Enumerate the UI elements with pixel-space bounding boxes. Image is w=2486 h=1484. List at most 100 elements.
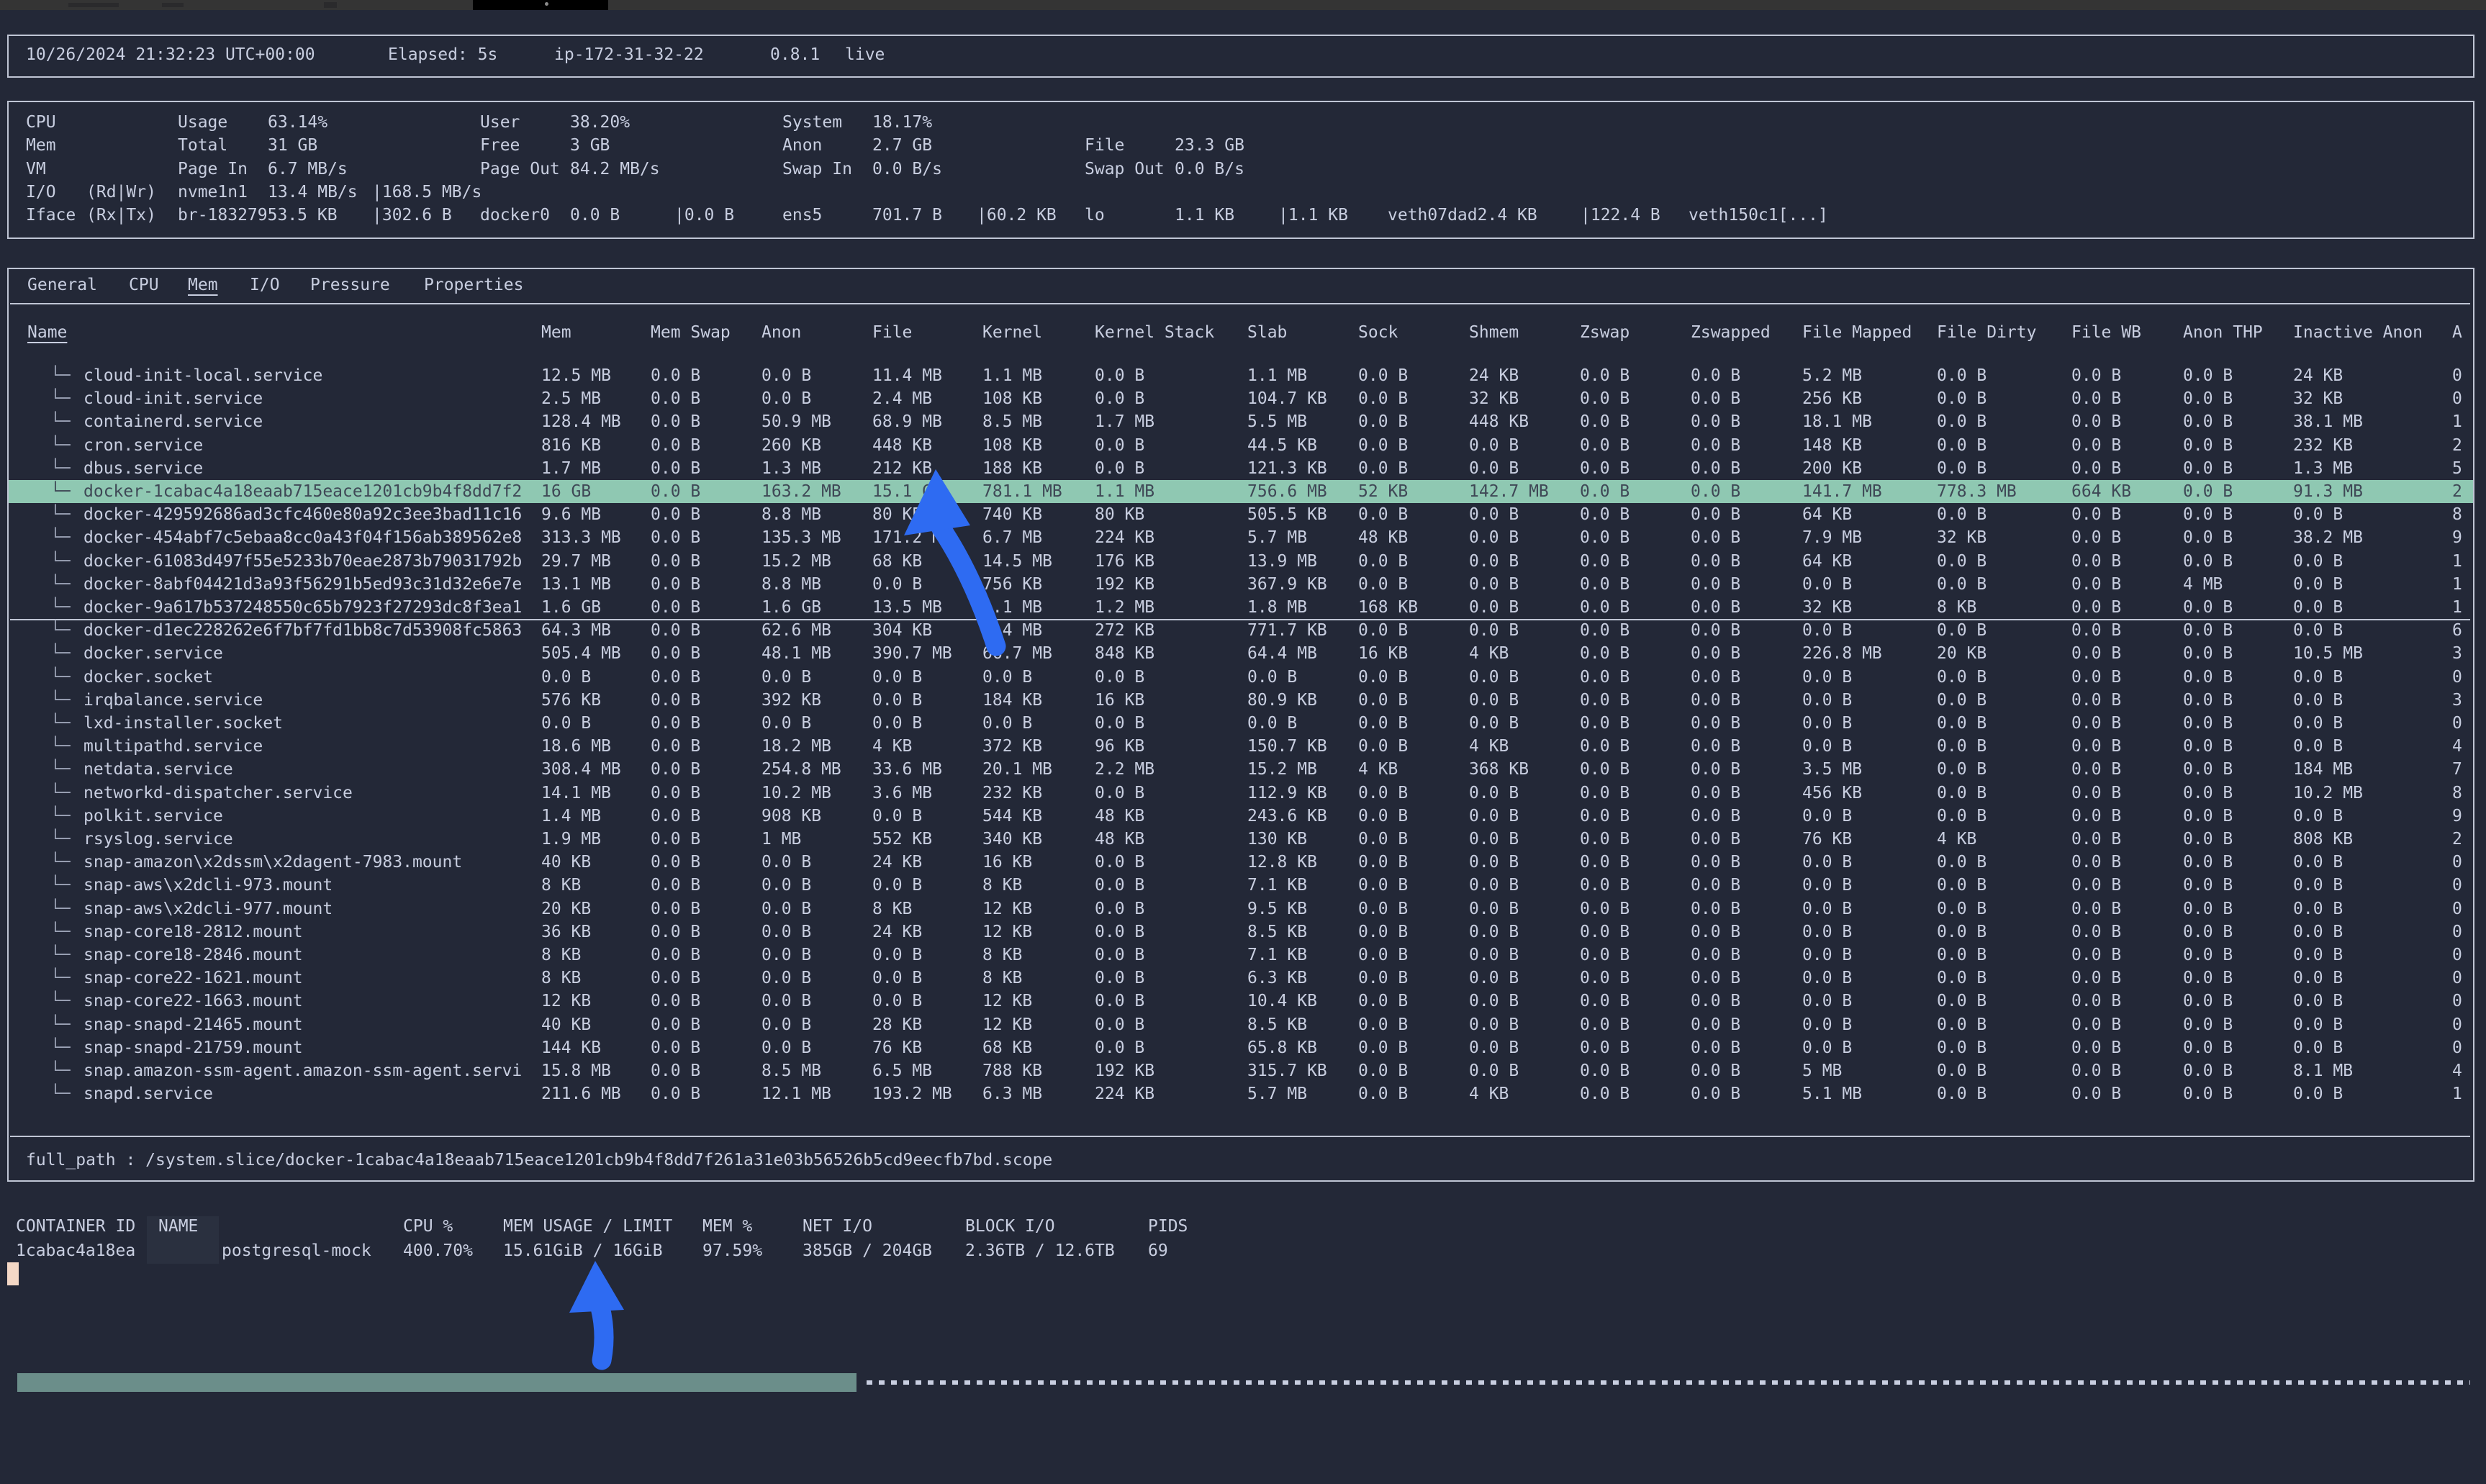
table-row[interactable]: └─cloud-init.service2.5 MB0.0 B0.0 B2.4 …: [9, 387, 2473, 410]
cell-value: 0.0 B: [1358, 805, 1408, 828]
table-row[interactable]: └─snap-core22-1663.mount12 KB0.0 B0.0 B0…: [9, 990, 2473, 1013]
table-row[interactable]: └─snap-amazon\x2dssm\x2dagent-7983.mount…: [9, 851, 2473, 874]
column-header-anon[interactable]: Anon: [761, 321, 801, 344]
column-header-name[interactable]: Name: [27, 321, 67, 344]
column-header-shmem[interactable]: Shmem: [1469, 321, 1519, 344]
column-header-file-mapped[interactable]: File Mapped: [1802, 321, 1912, 344]
table-row[interactable]: └─snap-core22-1621.mount8 KB0.0 B0.0 B0.…: [9, 967, 2473, 990]
cell-name: snap.amazon-ssm-agent.amazon-ssm-agent.s…: [83, 1059, 522, 1082]
column-header-file-dirty[interactable]: File Dirty: [1937, 321, 2036, 344]
docker-stats-header: MEM USAGE / LIMIT: [503, 1215, 672, 1238]
table-row[interactable]: └─snapd.service211.6 MB0.0 B12.1 MB193.2…: [9, 1082, 2473, 1105]
cell-value: 0.0 B: [2183, 735, 2233, 758]
cell-value: 0.0 B: [2183, 480, 2233, 503]
cell-value: 0.0 B: [1469, 573, 1519, 596]
cell-value: 112.9 KB: [1247, 782, 1327, 805]
table-row[interactable]: └─snap-aws\x2dcli-973.mount8 KB0.0 B0.0 …: [9, 874, 2473, 897]
cell-value: 0.0 B: [1691, 619, 1740, 642]
terminal-cursor[interactable]: [7, 1262, 19, 1285]
table-row[interactable]: └─irqbalance.service576 KB0.0 B392 KB0.0…: [9, 689, 2473, 712]
column-header-mem-swap[interactable]: Mem Swap: [651, 321, 731, 344]
table-row[interactable]: └─docker-8abf04421d3a93f56291b5ed93c31d3…: [9, 573, 2473, 596]
cell-value: 10.5 MB: [2293, 642, 2363, 665]
cell-value: 0.0 B: [1580, 503, 1630, 526]
cell-value: 0.0 B: [1802, 735, 1852, 758]
cell-value: 0.0 B: [1691, 1013, 1740, 1036]
cell-value: 188 KB: [982, 457, 1042, 480]
cell-value: 8.8 MB: [761, 503, 821, 526]
table-row[interactable]: └─networkd-dispatcher.service14.1 MB0.0 …: [9, 782, 2473, 805]
cell-value: 0.0 B: [2071, 387, 2121, 410]
column-header-sock[interactable]: Sock: [1358, 321, 1398, 344]
cell-value: 0.0 B: [1580, 573, 1630, 596]
cell-value: 0.0 B: [1937, 712, 1986, 735]
table-row[interactable]: └─snap-snapd-21465.mount40 KB0.0 B0.0 B2…: [9, 1013, 2473, 1036]
tab-mem[interactable]: Mem: [188, 273, 218, 297]
table-row[interactable]: └─containerd.service128.4 MB0.0 B50.9 MB…: [9, 410, 2473, 433]
column-header-inactive-anon[interactable]: Inactive Anon: [2293, 321, 2423, 344]
tab-cpu[interactable]: CPU: [129, 273, 159, 297]
cell-value: 0.0 B: [1802, 1013, 1852, 1036]
table-row[interactable]: └─snap-core18-2812.mount36 KB0.0 B0.0 B2…: [9, 920, 2473, 944]
table-row[interactable]: └─cron.service816 KB0.0 B260 KB448 KB108…: [9, 434, 2473, 457]
column-header-zswapped[interactable]: Zswapped: [1691, 321, 1771, 344]
cell-value: 1.3 MB: [761, 457, 821, 480]
tab-pressure[interactable]: Pressure: [310, 273, 390, 297]
cell-value: 372 KB: [982, 735, 1042, 758]
cell-value: 0.0 B: [1937, 387, 1986, 410]
table-row[interactable]: └─docker-61083d497f55e5233b70eae2873b790…: [9, 550, 2473, 573]
tree-branch-icon: └─: [50, 967, 71, 990]
cell-value: 1.4 MB: [541, 805, 601, 828]
horizontal-scrollbar-track[interactable]: [867, 1380, 2470, 1385]
table-row[interactable]: └─snap.amazon-ssm-agent.amazon-ssm-agent…: [9, 1059, 2473, 1082]
cell-value: 0.0 B: [651, 596, 700, 619]
column-header-mem[interactable]: Mem: [541, 321, 571, 344]
tab-general[interactable]: General: [27, 273, 97, 297]
cell-value: 0.0 B: [761, 364, 811, 387]
cell-value: 0.0 B: [2293, 990, 2343, 1013]
table-row[interactable]: └─docker-1cabac4a18eaab715eace1201cb9b4f…: [9, 480, 2473, 503]
cell-value: 0.0 B: [2293, 550, 2343, 573]
table-row[interactable]: └─docker.service505.4 MB0.0 B48.1 MB390.…: [9, 642, 2473, 665]
column-header-file[interactable]: File: [872, 321, 912, 344]
column-header-slab[interactable]: Slab: [1247, 321, 1287, 344]
cell-value: 0.0 B: [1691, 1036, 1740, 1059]
table-row[interactable]: └─multipathd.service18.6 MB0.0 B18.2 MB4…: [9, 735, 2473, 758]
cell-value: 11.4 MB: [872, 364, 942, 387]
cell-value: 0.0 B: [1469, 990, 1519, 1013]
table-row[interactable]: └─docker-429592686ad3cfc460e80a92c3ee3ba…: [9, 503, 2473, 526]
cell-value: 0.0 B: [1469, 457, 1519, 480]
status-bar: 10/26/2024 21:32:23 UTC+00:00Elapsed: 5s…: [7, 35, 2474, 78]
table-row[interactable]: └─lxd-installer.socket0.0 B0.0 B0.0 B0.0…: [9, 712, 2473, 735]
cell-value: 0.0 B: [1580, 550, 1630, 573]
cell-value: 163.2 MB: [761, 480, 841, 503]
column-header-kernel-stack[interactable]: Kernel Stack: [1095, 321, 1214, 344]
horizontal-scrollbar-thumb[interactable]: [17, 1373, 856, 1392]
table-row[interactable]: └─docker-d1ec228262e6f7bf7fd1bb8c7d53908…: [9, 619, 2473, 642]
table-row[interactable]: └─docker.socket0.0 B0.0 B0.0 B0.0 B0.0 B…: [9, 666, 2473, 689]
column-header-a[interactable]: A: [2452, 321, 2462, 344]
table-row[interactable]: └─cloud-init-local.service12.5 MB0.0 B0.…: [9, 364, 2473, 387]
table-row[interactable]: └─snap-aws\x2dcli-977.mount20 KB0.0 B0.0…: [9, 897, 2473, 920]
cell-name: docker.service: [83, 642, 223, 665]
table-row[interactable]: └─docker-9a617b537248550c65b7923f27293dc…: [9, 596, 2473, 619]
table-row[interactable]: └─polkit.service1.4 MB0.0 B908 KB0.0 B54…: [9, 805, 2473, 828]
stat-item: 13.4 MB/s: [268, 181, 358, 204]
table-row[interactable]: └─dbus.service1.7 MB0.0 B1.3 MB212 KB188…: [9, 457, 2473, 480]
table-row[interactable]: └─netdata.service308.4 MB0.0 B254.8 MB33…: [9, 758, 2473, 781]
table-row[interactable]: └─docker-454abf7c5ebaa8cc0a43f04f156ab38…: [9, 526, 2473, 549]
column-header-anon-thp[interactable]: Anon THP: [2183, 321, 2263, 344]
column-header-kernel[interactable]: Kernel: [982, 321, 1042, 344]
cell-name: networkd-dispatcher.service: [83, 782, 353, 805]
table-row[interactable]: └─rsyslog.service1.9 MB0.0 B1 MB552 KB34…: [9, 828, 2473, 851]
cell-value: 0.0 B: [761, 874, 811, 897]
table-row[interactable]: └─snap-core18-2846.mount8 KB0.0 B0.0 B0.…: [9, 944, 2473, 967]
column-header-file-wb[interactable]: File WB: [2071, 321, 2141, 344]
cell-value: 9: [2452, 805, 2462, 828]
column-header-zswap[interactable]: Zswap: [1580, 321, 1630, 344]
table-row[interactable]: └─snap-snapd-21759.mount144 KB0.0 B0.0 B…: [9, 1036, 2473, 1059]
cell-value: 4: [2452, 735, 2462, 758]
active-window-tab[interactable]: [473, 0, 608, 10]
tab-i-o[interactable]: I/O: [250, 273, 280, 297]
tab-properties[interactable]: Properties: [424, 273, 523, 297]
